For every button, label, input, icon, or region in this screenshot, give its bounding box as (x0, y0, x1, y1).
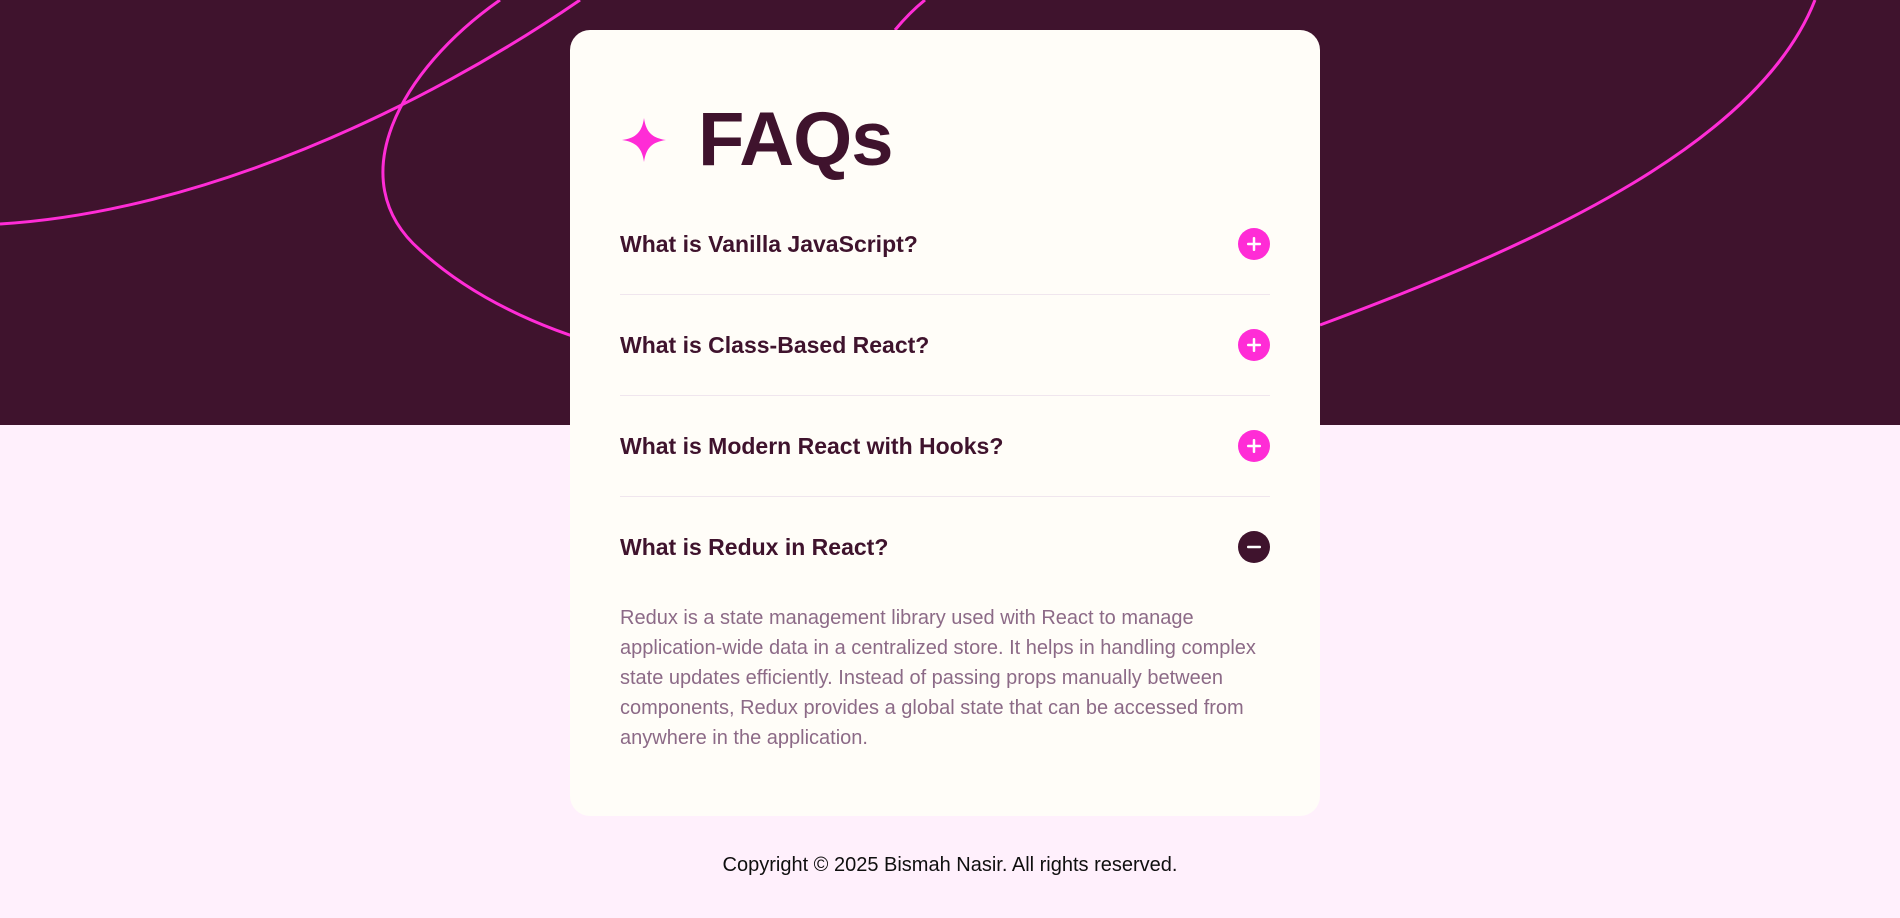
faq-question-text: What is Redux in React? (620, 533, 889, 560)
minus-icon[interactable] (1238, 531, 1270, 563)
faq-question-text: What is Modern React with Hooks? (620, 432, 1004, 459)
faq-item: What is Vanilla JavaScript? (620, 194, 1270, 295)
faq-card: FAQs What is Vanilla JavaScript? What is… (570, 30, 1320, 816)
footer-copyright: Copyright © 2025 Bismah Nasir. All right… (722, 854, 1178, 876)
faq-question-button[interactable]: What is Vanilla JavaScript? (620, 194, 1270, 294)
faq-list: What is Vanilla JavaScript? What is Clas… (620, 194, 1270, 753)
faq-question-text: What is Vanilla JavaScript? (620, 230, 918, 257)
faq-item: What is Modern React with Hooks? (620, 396, 1270, 497)
faq-item-expanded: What is Redux in React? Redux is a state… (620, 497, 1270, 753)
faq-item: What is Class-Based React? (620, 295, 1270, 396)
star-icon (620, 116, 668, 164)
page-title: FAQs (698, 97, 893, 182)
plus-icon[interactable] (1238, 329, 1270, 361)
faq-question-button[interactable]: What is Redux in React? (620, 497, 1270, 597)
faq-question-button[interactable]: What is Modern React with Hooks? (620, 396, 1270, 496)
faq-header: FAQs (620, 100, 1270, 180)
faq-question-button[interactable]: What is Class-Based React? (620, 295, 1270, 395)
faq-question-text: What is Class-Based React? (620, 331, 930, 358)
plus-icon[interactable] (1238, 430, 1270, 462)
plus-icon[interactable] (1238, 228, 1270, 260)
faq-answer-text: Redux is a state management library used… (620, 607, 1256, 749)
